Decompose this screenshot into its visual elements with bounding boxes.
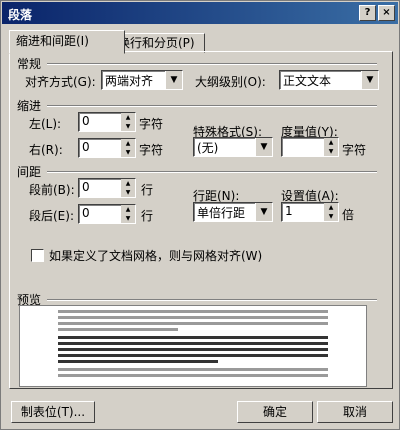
preview-current-line bbox=[58, 360, 218, 363]
spin-buttons: ▲ ▼ bbox=[121, 139, 135, 157]
preview-prev-line bbox=[58, 316, 328, 319]
space-after-spinner[interactable]: 0 ▲ ▼ bbox=[78, 204, 136, 224]
paragraph-dialog: 段落 ? × 缩进和间距(I) 换行和分页(P) 常规 对齐方式(G): 两端对… bbox=[0, 0, 400, 430]
special-format-value: (无) bbox=[197, 141, 219, 155]
space-before-unit: 行 bbox=[141, 183, 154, 197]
down-arrow-icon[interactable]: ▼ bbox=[121, 148, 135, 157]
title-bar: 段落 ? × bbox=[2, 2, 398, 24]
right-indent-unit: 字符 bbox=[139, 143, 164, 157]
spin-buttons: ▲ ▼ bbox=[324, 203, 338, 221]
tabs-button[interactable]: 制表位(T)... bbox=[11, 401, 95, 423]
alignment-select[interactable]: 两端对齐 ▼ bbox=[101, 70, 183, 90]
down-arrow-icon[interactable]: ▼ bbox=[121, 188, 135, 197]
preview-current-line bbox=[58, 336, 328, 339]
general-divider bbox=[47, 63, 377, 65]
left-indent-label: 左(L): bbox=[29, 117, 62, 131]
setting-value-spinner[interactable]: 1 ▲ ▼ bbox=[281, 202, 339, 222]
alignment-label: 对齐方式(G): bbox=[25, 75, 96, 89]
down-arrow-icon[interactable]: ▼ bbox=[121, 214, 135, 223]
down-arrow-icon[interactable]: ▼ bbox=[121, 122, 135, 131]
outline-level-select[interactable]: 正文文本 ▼ bbox=[279, 70, 379, 90]
grid-align-label[interactable]: 如果定义了文档网格，则与网格对齐(W) bbox=[49, 247, 262, 264]
right-indent-spinner[interactable]: 0 ▲ ▼ bbox=[78, 138, 136, 158]
preview-current-line bbox=[58, 342, 328, 345]
setting-value: 1 bbox=[285, 204, 293, 218]
left-indent-spinner[interactable]: 0 ▲ ▼ bbox=[78, 112, 136, 132]
tab-indent-spacing[interactable]: 缩进和间距(I) bbox=[9, 30, 125, 54]
outline-level-label: 大纲级别(O): bbox=[195, 75, 266, 89]
preview-current-line bbox=[58, 348, 328, 351]
preview-prev-line bbox=[58, 322, 328, 325]
dialog-title: 段落 bbox=[8, 8, 33, 22]
general-section-label: 常规 bbox=[17, 57, 42, 71]
right-indent-value: 0 bbox=[82, 140, 90, 154]
up-arrow-icon[interactable]: ▲ bbox=[121, 139, 135, 148]
close-button[interactable]: × bbox=[378, 5, 395, 21]
spacing-divider bbox=[47, 171, 377, 173]
down-arrow-icon[interactable]: ▼ bbox=[324, 212, 338, 221]
spin-buttons: ▲ ▼ bbox=[324, 138, 338, 156]
line-spacing-value: 单倍行距 bbox=[197, 206, 246, 220]
spin-buttons: ▲ ▼ bbox=[121, 113, 135, 131]
measure-spinner[interactable]: ▲ ▼ bbox=[281, 137, 339, 157]
spin-buttons: ▲ ▼ bbox=[121, 205, 135, 223]
left-indent-value: 0 bbox=[82, 114, 90, 128]
indent-section-label: 缩进 bbox=[17, 99, 42, 113]
paragraph-preview bbox=[19, 305, 367, 387]
chevron-down-icon[interactable]: ▼ bbox=[361, 71, 378, 89]
chevron-down-icon[interactable]: ▼ bbox=[165, 71, 182, 89]
spacing-section-label: 间距 bbox=[17, 165, 42, 179]
preview-current-line bbox=[58, 354, 328, 357]
space-after-value: 0 bbox=[82, 206, 90, 220]
space-after-unit: 行 bbox=[141, 209, 154, 223]
right-indent-label: 右(R): bbox=[29, 143, 63, 157]
up-arrow-icon[interactable]: ▲ bbox=[324, 138, 338, 147]
special-format-select[interactable]: (无) ▼ bbox=[193, 137, 273, 157]
preview-divider bbox=[47, 299, 377, 301]
space-before-spinner[interactable]: 0 ▲ ▼ bbox=[78, 178, 136, 198]
help-button[interactable]: ? bbox=[359, 5, 376, 21]
preview-prev-line bbox=[58, 328, 178, 331]
chevron-down-icon[interactable]: ▼ bbox=[255, 138, 272, 156]
grid-align-checkbox[interactable] bbox=[31, 249, 44, 262]
measure-unit: 字符 bbox=[342, 143, 367, 157]
space-before-value: 0 bbox=[82, 180, 90, 194]
up-arrow-icon[interactable]: ▲ bbox=[121, 113, 135, 122]
preview-next-line bbox=[58, 374, 328, 377]
spin-buttons: ▲ ▼ bbox=[121, 179, 135, 197]
down-arrow-icon[interactable]: ▼ bbox=[324, 147, 338, 156]
tab-line-page-breaks[interactable]: 换行和分页(P) bbox=[111, 33, 205, 53]
space-after-label: 段后(E): bbox=[29, 209, 74, 223]
preview-prev-line bbox=[58, 310, 328, 313]
indent-divider bbox=[47, 105, 377, 107]
outline-level-value: 正文文本 bbox=[283, 74, 332, 88]
space-before-label: 段前(B): bbox=[29, 183, 75, 197]
preview-next-line bbox=[58, 368, 328, 371]
ok-button[interactable]: 确定 bbox=[237, 401, 313, 423]
line-spacing-select[interactable]: 单倍行距 ▼ bbox=[193, 202, 273, 222]
chevron-down-icon[interactable]: ▼ bbox=[255, 203, 272, 221]
left-indent-unit: 字符 bbox=[139, 117, 164, 131]
up-arrow-icon[interactable]: ▲ bbox=[121, 205, 135, 214]
cancel-button[interactable]: 取消 bbox=[317, 401, 393, 423]
up-arrow-icon[interactable]: ▲ bbox=[324, 203, 338, 212]
setting-value-unit: 倍 bbox=[342, 208, 355, 222]
alignment-value: 两端对齐 bbox=[105, 74, 154, 88]
up-arrow-icon[interactable]: ▲ bbox=[121, 179, 135, 188]
